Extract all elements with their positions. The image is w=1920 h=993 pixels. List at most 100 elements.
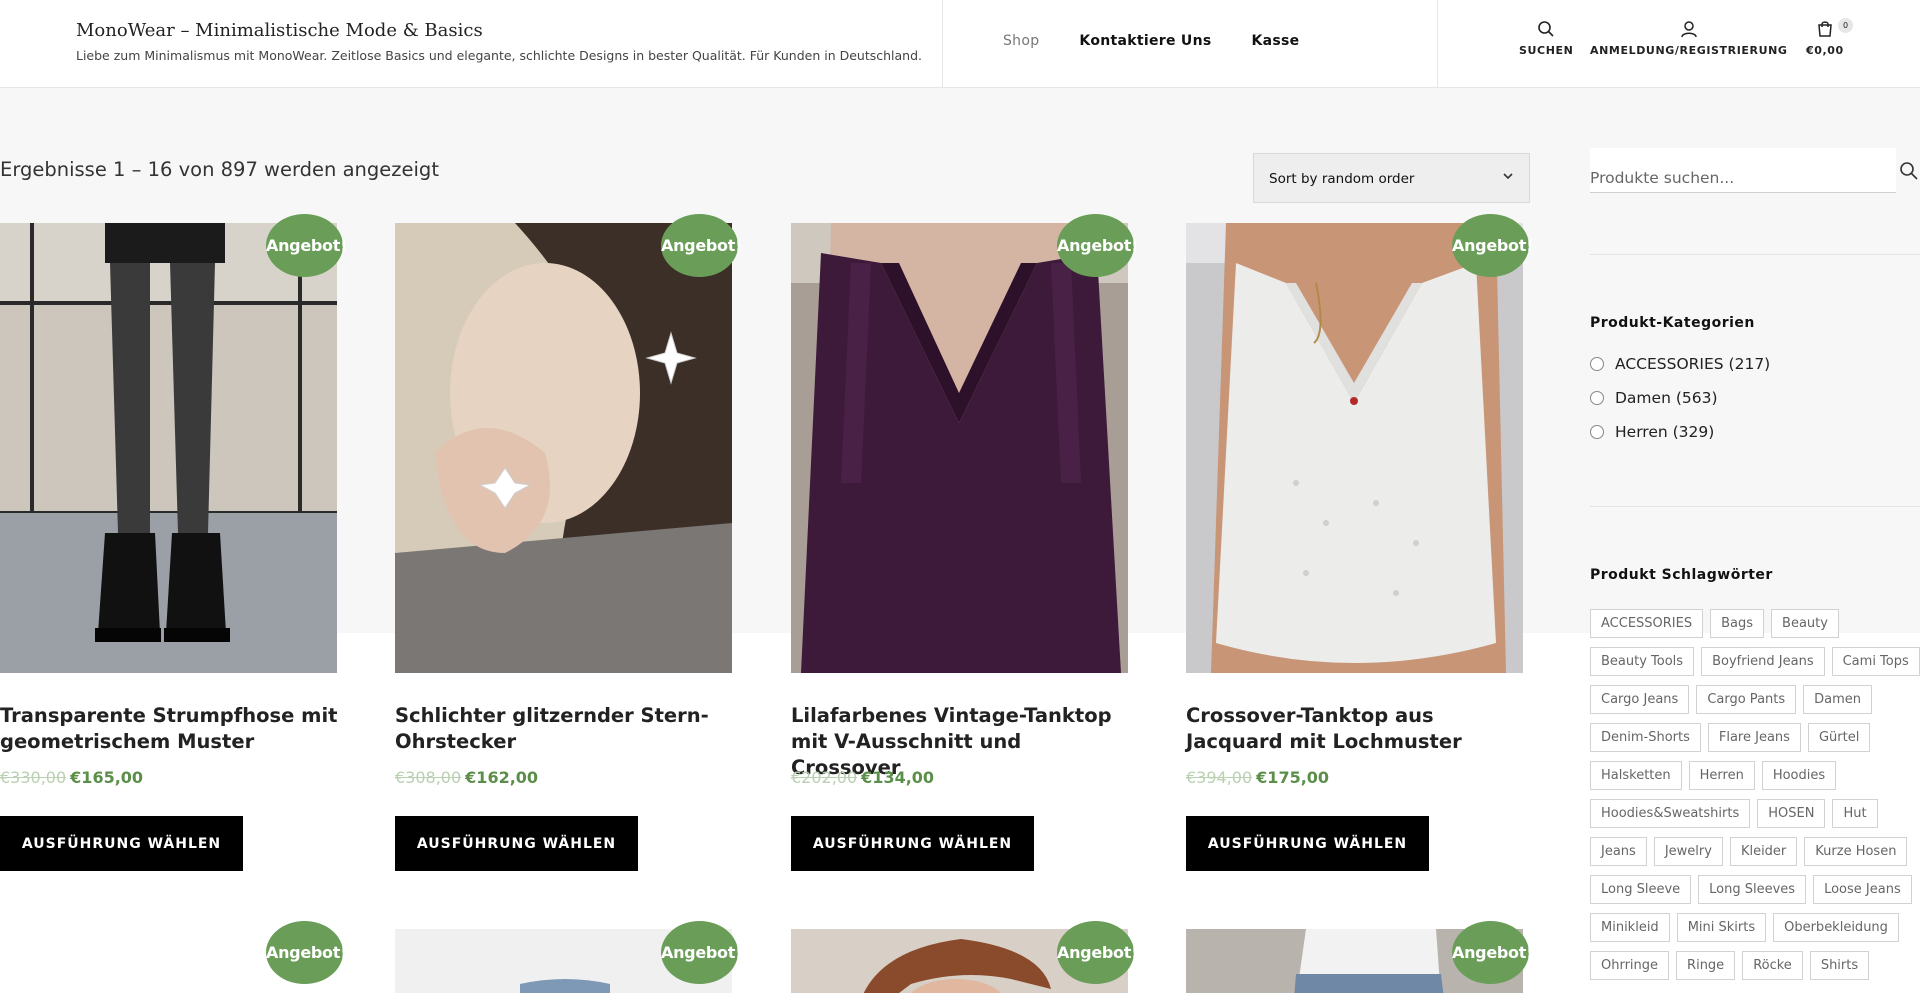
categories-heading: Produkt-Kategorien (1590, 315, 1755, 331)
product-image[interactable] (791, 223, 1128, 673)
tag-link[interactable]: Jeans (1590, 837, 1647, 866)
nav-checkout[interactable]: Kasse (1252, 33, 1300, 49)
sale-badge: Angebot! (266, 921, 347, 984)
old-price: €308,00 (395, 768, 462, 787)
sale-price: €165,00 (70, 768, 144, 787)
tag-link[interactable]: Bags (1710, 609, 1765, 638)
header-search-button[interactable]: SUCHEN (1519, 20, 1573, 57)
category-herren[interactable]: Herren (329) (1590, 423, 1714, 441)
category-label: ACCESSORIES (217) (1615, 355, 1771, 373)
product-title[interactable]: Schlichter glitzernder Stern-Ohrstecker (395, 703, 740, 755)
product-price: €308,00 €162,00 (395, 768, 538, 787)
brand[interactable]: MonoWear – Minimalistische Mode & Basics… (76, 20, 922, 63)
select-options-button[interactable]: AUSFÜHRUNG WÄHLEN (0, 816, 243, 871)
tag-link[interactable]: Damen (1803, 685, 1873, 714)
tag-link[interactable]: Hut (1832, 799, 1878, 828)
product-image[interactable] (395, 223, 732, 673)
tag-link[interactable]: Cami Tops (1831, 647, 1920, 676)
tags-heading: Produkt Schlagwörter (1590, 567, 1773, 583)
select-options-button[interactable]: AUSFÜHRUNG WÄHLEN (395, 816, 638, 871)
tag-cloud: ACCESSORIES Bags Beauty Beauty Tools Boyfrie… (1590, 609, 1920, 980)
tag-link[interactable]: Oberbekleidung (1773, 913, 1899, 942)
chevron-down-icon (1503, 173, 1513, 180)
product-price: €330,00 €165,00 (0, 768, 143, 787)
tag-link[interactable]: Mini Skirts (1676, 913, 1767, 942)
tag-link[interactable]: Jewelry (1653, 837, 1723, 866)
tag-link[interactable]: Beauty (1771, 609, 1839, 638)
site-tagline: Liebe zum Minimalismus mit MonoWear. Zei… (76, 48, 923, 63)
sale-badge: Angebot! (661, 921, 742, 984)
header-cart-button[interactable]: 0 €0,00 (1806, 18, 1853, 57)
radio-button[interactable] (1590, 357, 1604, 371)
product-image[interactable] (0, 223, 337, 673)
sale-badge: Angebot! (1452, 214, 1533, 277)
product-price: €394,00 €175,00 (1186, 768, 1329, 787)
tag-link[interactable]: Loose Jeans (1813, 875, 1912, 904)
sale-badge: Angebot! (1057, 921, 1138, 984)
site-header: MonoWear – Minimalistische Mode & Basics… (0, 0, 1920, 88)
category-label: Herren (329) (1615, 423, 1715, 441)
site-title[interactable]: MonoWear – Minimalistische Mode & Basics (76, 20, 922, 41)
product-search-input[interactable] (1590, 148, 1896, 193)
tag-link[interactable]: Gürtel (1807, 723, 1871, 752)
search-icon (1538, 21, 1554, 37)
tag-link[interactable]: Denim-Shorts (1590, 723, 1701, 752)
tag-link[interactable]: Beauty Tools (1590, 647, 1695, 676)
tag-link[interactable]: Shirts (1809, 951, 1870, 980)
tag-link[interactable]: Cargo Pants (1696, 685, 1797, 714)
nav-shop[interactable]: Shop (1003, 33, 1039, 49)
tag-link[interactable]: Herren (1688, 761, 1755, 790)
tag-link[interactable]: Ohrringe (1590, 951, 1670, 980)
tag-link[interactable]: Kurze Hosen (1804, 837, 1908, 866)
sale-price: €162,00 (465, 768, 539, 787)
old-price: €202,00 (791, 768, 858, 787)
category-damen[interactable]: Damen (563) (1590, 389, 1718, 407)
product-image[interactable] (1186, 223, 1523, 673)
tag-link[interactable]: Flare Jeans (1707, 723, 1801, 752)
search-icon[interactable] (1899, 161, 1919, 181)
header-divider (1437, 0, 1438, 88)
tag-link[interactable]: Hoodies&Sweatshirts (1590, 799, 1751, 828)
product-title[interactable]: Crossover-Tanktop aus Jacquard mit Lochm… (1186, 703, 1531, 755)
tag-link[interactable]: HOSEN (1757, 799, 1826, 828)
result-count: Ergebnisse 1 – 16 von 897 werden angezei… (0, 158, 439, 181)
sale-price: €134,00 (861, 768, 935, 787)
tag-link[interactable]: Long Sleeve (1590, 875, 1692, 904)
sale-badge: Angebot! (266, 214, 347, 277)
radio-button[interactable] (1590, 391, 1604, 405)
tag-link[interactable]: Röcke (1742, 951, 1803, 980)
sale-price: €175,00 (1256, 768, 1330, 787)
search-label: SUCHEN (1519, 44, 1574, 57)
tag-link[interactable]: ACCESSORIES (1590, 609, 1704, 638)
cart-count-badge: 0 (1838, 18, 1853, 33)
select-options-button[interactable]: AUSFÜHRUNG WÄHLEN (1186, 816, 1429, 871)
header-divider (942, 0, 943, 88)
tag-link[interactable]: Minikleid (1590, 913, 1670, 942)
old-price: €394,00 (1186, 768, 1253, 787)
old-price: €330,00 (0, 768, 67, 787)
header-account-button[interactable]: ANMELDUNG/REGISTRIERUNG (1590, 20, 1788, 57)
sidebar-divider (1590, 254, 1920, 255)
tag-link[interactable]: Boyfriend Jeans (1701, 647, 1825, 676)
cart-icon (1818, 21, 1832, 37)
sale-badge: Angebot! (1452, 921, 1533, 984)
product-title[interactable]: Transparente Strumpfhose mit geometrisch… (0, 703, 345, 755)
cart-total: €0,00 (1806, 44, 1844, 57)
category-accessories[interactable]: ACCESSORIES (217) (1590, 355, 1770, 373)
radio-button[interactable] (1590, 425, 1604, 439)
tag-link[interactable]: Halsketten (1590, 761, 1682, 790)
user-icon (1681, 21, 1697, 38)
product-price: €202,00 €134,00 (791, 768, 934, 787)
sale-badge: Angebot! (1057, 214, 1138, 277)
nav-contact[interactable]: Kontaktiere Uns (1079, 33, 1211, 49)
tag-link[interactable]: Hoodies (1761, 761, 1837, 790)
select-options-button[interactable]: AUSFÜHRUNG WÄHLEN (791, 816, 1034, 871)
tag-link[interactable]: Ringe (1676, 951, 1736, 980)
sort-select[interactable]: Sort by random order (1253, 153, 1530, 203)
sort-selected-value: Sort by random order (1269, 171, 1415, 187)
tag-link[interactable]: Long Sleeves (1698, 875, 1807, 904)
tag-link[interactable]: Kleider (1729, 837, 1798, 866)
account-label: ANMELDUNG/REGISTRIERUNG (1590, 44, 1788, 57)
tag-link[interactable]: Cargo Jeans (1590, 685, 1690, 714)
category-label: Damen (563) (1615, 389, 1718, 407)
